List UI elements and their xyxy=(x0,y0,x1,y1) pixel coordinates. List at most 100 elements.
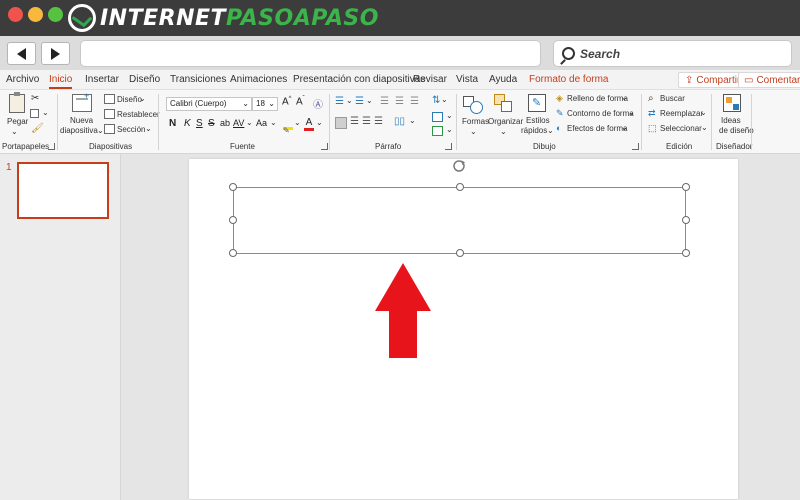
select-icon[interactable]: ⬚ xyxy=(648,123,657,134)
quick-styles-label-2[interactable]: rápidos xyxy=(521,126,547,135)
resize-handle-bottom-left[interactable] xyxy=(229,249,237,257)
share-button[interactable]: ⇪ Compartir xyxy=(678,72,748,88)
design-ideas-label-2[interactable]: de diseño xyxy=(719,126,754,135)
resize-handle-top[interactable] xyxy=(456,183,464,191)
resize-handle-right[interactable] xyxy=(682,216,690,224)
design-ideas-icon[interactable] xyxy=(723,94,741,112)
tab-diseno[interactable]: Diseño xyxy=(129,74,160,85)
replace-label[interactable]: Reemplazar xyxy=(660,109,703,118)
rotate-handle-icon[interactable] xyxy=(452,159,466,173)
address-bar[interactable] xyxy=(80,40,541,67)
text-direction-icon[interactable]: ⇅ xyxy=(432,95,440,106)
resize-handle-left[interactable] xyxy=(229,216,237,224)
shapes-dropdown-icon[interactable]: ⌄ xyxy=(470,127,477,136)
find-icon[interactable]: ⌕ xyxy=(648,93,654,104)
section-label[interactable]: Sección xyxy=(117,125,145,134)
arrange-label[interactable]: Organizar xyxy=(488,117,523,126)
paste-icon[interactable] xyxy=(9,92,25,113)
text-direction-dropdown-icon[interactable]: ⌄ xyxy=(441,95,448,104)
bullets-icon[interactable]: ☰ xyxy=(335,96,344,107)
shadow-icon[interactable]: ab xyxy=(220,118,230,128)
align-text-dropdown-icon[interactable]: ⌄ xyxy=(446,111,453,120)
comments-button[interactable]: ▭Comentarios xyxy=(738,72,800,88)
font-color-dropdown-icon[interactable]: ⌄ xyxy=(316,118,323,127)
case-dropdown-icon[interactable]: ⌄ xyxy=(270,118,277,127)
reset-icon[interactable] xyxy=(104,109,115,119)
increase-indent-icon[interactable]: ☰ xyxy=(395,96,404,107)
cut-icon[interactable]: ✂ xyxy=(31,93,39,104)
arrange-dropdown-icon[interactable]: ⌄ xyxy=(500,127,507,136)
copy-dropdown-icon[interactable]: ⌄ xyxy=(42,108,49,117)
justify-icon[interactable]: ☰ xyxy=(374,116,383,127)
section-dropdown-icon[interactable]: ⌄ xyxy=(145,124,152,133)
shape-fill-icon[interactable]: ◈ xyxy=(556,93,563,104)
shape-fill-dropdown-icon[interactable]: ⌄ xyxy=(621,93,628,102)
design-ideas-label-1[interactable]: Ideas xyxy=(721,116,741,125)
tab-formato-de-forma[interactable]: Formato de forma xyxy=(529,74,608,85)
new-slide-label-1[interactable]: Nueva xyxy=(70,116,93,125)
quick-styles-icon[interactable]: ✎ xyxy=(528,94,546,112)
drawing-launcher-icon[interactable] xyxy=(632,143,639,150)
align-center-icon[interactable]: ☰ xyxy=(350,116,359,127)
clear-format-icon[interactable]: Ⓐ xyxy=(313,96,323,111)
tab-presentacion[interactable]: Presentación con diapositivas xyxy=(293,74,425,85)
align-left-icon[interactable] xyxy=(335,117,347,129)
case-button[interactable]: Aa xyxy=(256,118,267,128)
highlight-icon[interactable]: ✎ xyxy=(283,120,293,135)
shape-outline-label[interactable]: Contorno de forma xyxy=(567,109,634,118)
layout-dropdown-icon[interactable]: ⌄ xyxy=(139,94,146,103)
slide-thumbnail[interactable] xyxy=(17,162,109,219)
quick-styles-label-1[interactable]: Estilos xyxy=(526,116,550,125)
strikethrough-button[interactable]: S xyxy=(208,118,215,129)
align-right-icon[interactable]: ☰ xyxy=(362,116,371,127)
resize-handle-top-right[interactable] xyxy=(682,183,690,191)
bold-button[interactable]: N xyxy=(169,118,176,129)
line-spacing-icon[interactable]: ☰ xyxy=(410,96,419,107)
tab-archivo[interactable]: Archivo xyxy=(6,74,39,85)
spacing-dropdown-icon[interactable]: ⌄ xyxy=(246,118,253,127)
highlight-dropdown-icon[interactable]: ⌄ xyxy=(294,118,301,127)
select-dropdown-icon[interactable]: ⌄ xyxy=(701,123,708,132)
underline-button[interactable]: S xyxy=(196,118,203,129)
replace-dropdown-icon[interactable]: ⌄ xyxy=(700,108,707,117)
font-name-dropdown[interactable]: Calibri (Cuerpo) ⌄ xyxy=(166,97,252,111)
new-slide-icon[interactable]: + xyxy=(72,91,92,112)
tab-ayuda[interactable]: Ayuda xyxy=(489,74,517,85)
font-size-dropdown[interactable]: 18 ⌄ xyxy=(252,97,278,111)
forward-button[interactable] xyxy=(41,42,70,65)
paragraph-launcher-icon[interactable] xyxy=(445,143,452,150)
font-color-icon[interactable]: A xyxy=(304,117,314,131)
clipboard-launcher-icon[interactable] xyxy=(48,143,55,150)
resize-handle-bottom-right[interactable] xyxy=(682,249,690,257)
find-label[interactable]: Buscar xyxy=(660,94,685,103)
layout-icon[interactable] xyxy=(104,94,115,104)
tab-vista[interactable]: Vista xyxy=(456,74,478,85)
reset-label[interactable]: Restablecer xyxy=(117,110,160,119)
slide-canvas[interactable] xyxy=(189,159,738,499)
tab-revisar[interactable]: Revisar xyxy=(413,74,447,85)
smartart-icon[interactable] xyxy=(432,126,443,136)
shape-outline-dropdown-icon[interactable]: ⌄ xyxy=(628,108,635,117)
select-label[interactable]: Seleccionar xyxy=(660,124,702,133)
new-slide-label-2[interactable]: diapositiva xyxy=(60,126,98,135)
tab-transiciones[interactable]: Transiciones xyxy=(170,74,226,85)
resize-handle-bottom[interactable] xyxy=(456,249,464,257)
search-box[interactable]: Search xyxy=(553,40,792,67)
shapes-icon[interactable] xyxy=(463,96,485,114)
font-launcher-icon[interactable] xyxy=(321,143,328,150)
columns-dropdown-icon[interactable]: ⌄ xyxy=(409,116,416,125)
align-text-icon[interactable] xyxy=(432,112,443,122)
decrease-indent-icon[interactable]: ☰ xyxy=(380,96,389,107)
tab-insertar[interactable]: Insertar xyxy=(85,74,119,85)
bullets-dropdown-icon[interactable]: ⌄ xyxy=(346,96,353,105)
shape-effects-label[interactable]: Efectos de forma xyxy=(567,124,627,133)
smartart-dropdown-icon[interactable]: ⌄ xyxy=(446,125,453,134)
zoom-window-button[interactable] xyxy=(48,7,63,22)
numbering-dropdown-icon[interactable]: ⌄ xyxy=(366,96,373,105)
new-slide-dropdown-icon[interactable]: ⌄ xyxy=(97,126,104,135)
numbering-icon[interactable]: ☰ xyxy=(355,96,364,107)
replace-icon[interactable]: ⇄ xyxy=(648,108,656,119)
selected-text-box[interactable] xyxy=(229,183,690,257)
minimize-window-button[interactable] xyxy=(28,7,43,22)
section-icon[interactable] xyxy=(104,124,115,134)
